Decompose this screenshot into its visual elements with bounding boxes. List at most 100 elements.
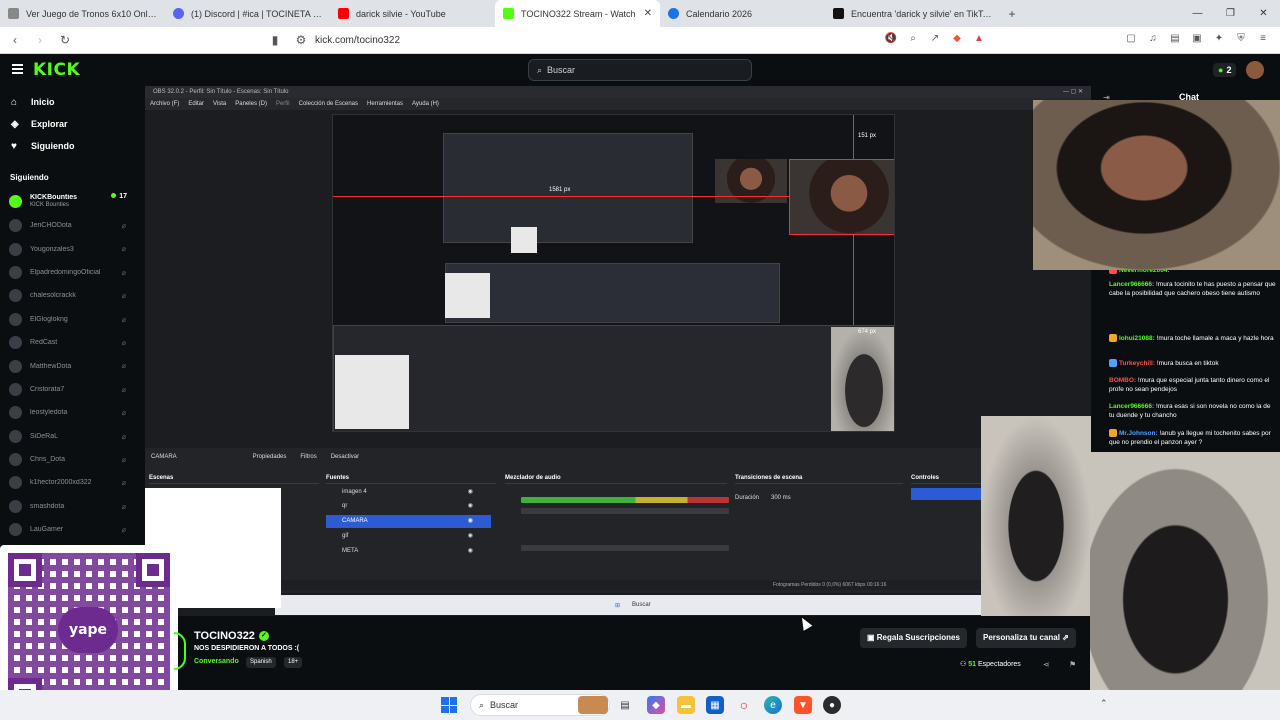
viewers-icon: ⚇: [960, 661, 969, 668]
viewer-count: ⚇ 51 Espectadores: [960, 661, 1021, 668]
stream-video-player[interactable]: OBS 32.0.2 - Perfil: Sin Título - Escena…: [145, 86, 1091, 616]
guide-distance-label: 151 px: [858, 133, 877, 139]
obs-icon[interactable]: ●: [823, 696, 841, 714]
offline-icon: ⌀: [121, 269, 126, 277]
channel-avatar: [9, 453, 22, 467]
windows-start-icon[interactable]: [441, 697, 457, 713]
leo-icon[interactable]: ✦: [1212, 31, 1226, 45]
channel-avatar: [9, 336, 22, 350]
minimize-icon[interactable]: —: [1181, 0, 1214, 27]
followed-channel[interactable]: SiDeRaL ⌀: [0, 425, 140, 448]
url-field[interactable]: kick.com/tocino322: [315, 35, 400, 46]
customize-channel-button[interactable]: Personaliza tu canal ⇗: [976, 628, 1076, 648]
followed-channel[interactable]: smashdota ⌀: [0, 495, 140, 518]
nested-capture: [333, 325, 894, 431]
copilot-icon[interactable]: ◆: [647, 696, 665, 714]
task-view-icon[interactable]: ▤: [616, 696, 634, 714]
eye-icon: ◉: [467, 489, 473, 495]
stream-category[interactable]: Conversando: [194, 658, 239, 665]
bookmark-icon[interactable]: ▮: [265, 30, 285, 50]
clip-icon[interactable]: ⚑: [1069, 660, 1076, 669]
browser-tab[interactable]: (1) Discord | #ica | TOCINETA farm: [165, 0, 330, 27]
offline-icon: ⌀: [121, 410, 126, 418]
language-tag[interactable]: Spanish: [246, 657, 276, 668]
browser-tab[interactable]: darick silvie - YouTube: [330, 0, 495, 27]
stream-title: NOS DESPIDIERON A TODOS :(: [194, 645, 300, 652]
kick-logo[interactable]: KICK: [33, 60, 80, 80]
browser-tab[interactable]: Calendario 2026: [660, 0, 825, 27]
followed-channel[interactable]: chalesolcrackk ⌀: [0, 284, 140, 307]
search-input[interactable]: ⌕ Buscar: [528, 59, 752, 81]
sidebar-item-inicio[interactable]: ⌂ Inicio: [0, 91, 140, 113]
sidebar-icon[interactable]: ▢: [1124, 31, 1138, 45]
age-tag[interactable]: 18+: [284, 657, 303, 668]
obs-menu-item: Editar: [188, 101, 205, 107]
webcam-source-selected: [789, 159, 894, 235]
restore-icon[interactable]: ❐: [1214, 0, 1247, 27]
forward-icon[interactable]: ›: [30, 30, 50, 50]
followed-channel[interactable]: leostyledota ⌀: [0, 401, 140, 424]
gift-icon: ▣: [867, 633, 877, 642]
followed-channel[interactable]: k1hector2000xd322 ⌀: [0, 471, 140, 494]
vpn-icon[interactable]: ⛨: [1234, 31, 1248, 45]
channel-avatar: [9, 194, 22, 208]
followed-channel[interactable]: ElGloglokng ⌀: [0, 308, 140, 331]
pig-widget-icon[interactable]: [578, 696, 608, 714]
brave-shield-icon[interactable]: ◆: [950, 31, 964, 45]
mute-icon[interactable]: 🔇: [884, 31, 898, 45]
followed-channel[interactable]: LauGamer ⌀: [0, 518, 140, 541]
edge-icon[interactable]: e: [764, 696, 782, 714]
new-tab-button[interactable]: +: [1000, 0, 1024, 27]
badge-icon: [1109, 334, 1117, 343]
reload-icon[interactable]: ↻: [55, 30, 75, 50]
followed-channel[interactable]: Yougonzales3 ⌀: [0, 237, 140, 260]
control-button-active: [911, 488, 981, 500]
rewards-icon[interactable]: ▲: [972, 31, 986, 45]
share-icon[interactable]: ⋖: [1043, 660, 1050, 669]
followed-channel[interactable]: Chris_Dota ⌀: [0, 448, 140, 471]
chat-message: Lancer966666: !mura esas si son novela n…: [1109, 403, 1271, 419]
site-info-icon[interactable]: ⚙: [291, 30, 311, 50]
share-icon[interactable]: ↗: [928, 31, 942, 45]
channel-avatar: [9, 359, 22, 373]
menu-icon[interactable]: ≡: [1256, 31, 1270, 45]
close-window-icon[interactable]: ✕: [1247, 0, 1280, 27]
reading-list-icon[interactable]: ▤: [1168, 31, 1182, 45]
alignment-guide: [853, 235, 854, 325]
followed-channel[interactable]: Cristorata7 ⌀: [0, 378, 140, 401]
back-icon[interactable]: ‹: [5, 30, 25, 50]
offline-icon: ⌀: [121, 223, 126, 230]
gift-subs-button[interactable]: ▣ Regala Suscripciones: [860, 628, 967, 648]
zoom-icon[interactable]: ⌕: [906, 31, 920, 45]
properties-button: Propiedades: [252, 454, 287, 460]
sidebar-item-siguiendo[interactable]: ♥ Siguiendo: [0, 135, 140, 157]
pig-overlay-image: [1090, 452, 1280, 720]
file-explorer-icon[interactable]: ▬: [677, 696, 695, 714]
tray-chevron-icon[interactable]: ⌃: [1100, 698, 1108, 709]
opera-icon[interactable]: ○: [735, 696, 753, 714]
followed-channel[interactable]: KICKBounties KICK Bounties 17: [0, 188, 140, 214]
store-icon[interactable]: ▦: [706, 696, 724, 714]
sidebar-item-explorar[interactable]: ◈ Explorar: [0, 113, 140, 135]
webcam-overlay-image: [1033, 100, 1280, 270]
followed-channel[interactable]: ElpadredomingoOficial ⌀: [0, 261, 140, 284]
hamburger-menu-icon[interactable]: [12, 64, 23, 74]
channel-avatar: [9, 476, 22, 490]
window-controls: — ❐ ✕: [1181, 0, 1280, 27]
address-bar-icons: 🔇 ⌕ ↗ ◆ ▲ ▢ ♫ ▤ ▣ ✦ ⛨ ≡: [884, 31, 1270, 45]
followed-channel[interactable]: MatthewDota ⌀: [0, 354, 140, 377]
followed-channel[interactable]: RedCast ⌀: [0, 331, 140, 354]
brave-icon[interactable]: ▼: [794, 696, 812, 714]
browser-tab[interactable]: Ver Juego de Tronos 6x10 Online Gra: [0, 0, 165, 27]
wallet-icon[interactable]: ▣: [1190, 31, 1204, 45]
music-icon[interactable]: ♫: [1146, 31, 1160, 45]
kick-points-badge[interactable]: ● 2: [1213, 63, 1237, 77]
channel-name[interactable]: TOCINO322 ✓: [194, 630, 269, 642]
nested-pig-image: [831, 327, 894, 431]
chat-message: Lancer966666: !mura tocinito te has pues…: [1109, 281, 1276, 297]
followed-channel[interactable]: JeriCHODota ⌀: [0, 214, 140, 237]
browser-tab-active[interactable]: TOCINO322 Stream - Watch ✕: [495, 0, 660, 27]
user-avatar[interactable]: [1246, 61, 1264, 79]
close-tab-icon[interactable]: ✕: [644, 8, 652, 19]
browser-tab[interactable]: Encuentra 'darick y silvie' en TikTok |: [825, 0, 1000, 27]
